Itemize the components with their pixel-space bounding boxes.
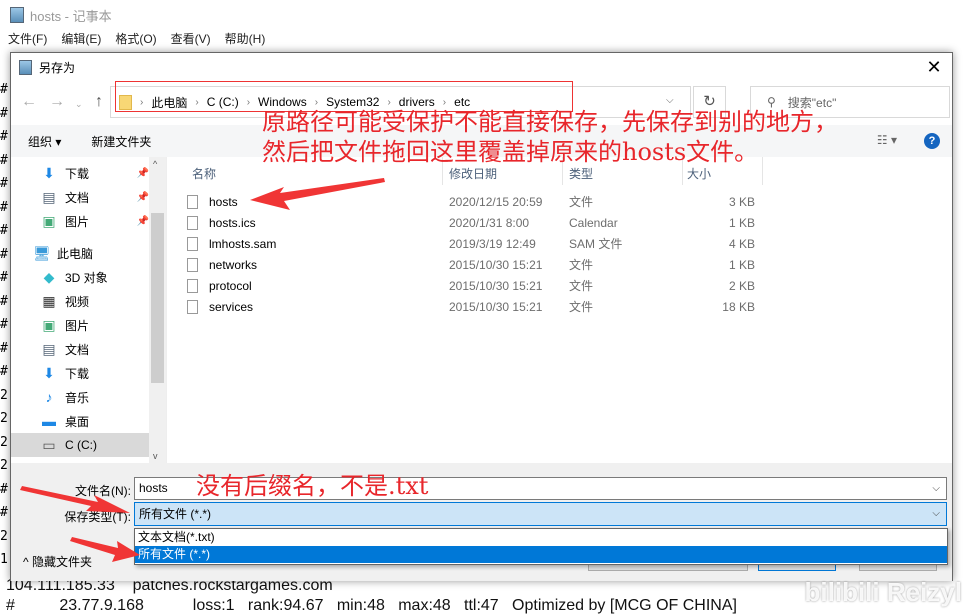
arrow-to-filetype (20, 486, 130, 513)
watermark-logo: bilibili Reizyl (804, 577, 962, 607)
arrow-to-hosts (250, 178, 385, 210)
arrow-to-option (70, 537, 140, 562)
annotation-arrows (20, 178, 385, 562)
